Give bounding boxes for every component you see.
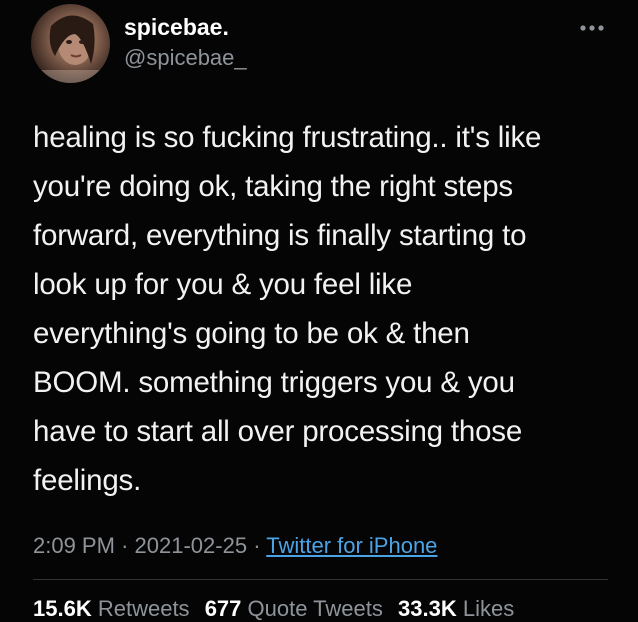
tweet-text-line: everything's going to be ok & then <box>33 317 470 350</box>
tweet-stats: 15.6K Retweets 677 Quote Tweets 33.3K Li… <box>33 596 523 622</box>
tweet-text-line: you're doing ok, taking the right steps <box>33 170 513 203</box>
avatar-photo-icon <box>31 15 110 83</box>
meta-separator: · <box>121 533 129 558</box>
tweet-text-line: have to start all over processing those <box>33 415 523 448</box>
tweet-card: spicebae. @spicebae_ healing is so fucki… <box>0 0 638 622</box>
tweet-text: healing is so fucking frustrating.. it's… <box>33 113 618 505</box>
likes-count: 33.3K <box>398 596 457 621</box>
tweet-text-line: BOOM. something triggers you & you <box>33 366 515 399</box>
tweet-source-link[interactable]: Twitter for iPhone <box>266 533 437 558</box>
quote-tweets-stat[interactable]: 677 Quote Tweets <box>205 596 383 621</box>
more-horizontal-icon <box>580 25 604 31</box>
quote-tweets-count: 677 <box>204 596 242 621</box>
divider <box>33 579 608 580</box>
tweet-meta: 2:09 PM · 2021-02-25 · Twitter for iPhon… <box>33 533 437 559</box>
likes-stat[interactable]: 33.3K Likes <box>398 596 514 621</box>
tweet-text-line: healing is so fucking frustrating.. it's… <box>33 121 542 154</box>
retweets-count: 15.6K <box>33 596 92 621</box>
tweet-date[interactable]: 2021-02-25 <box>135 533 248 558</box>
tweet-text-line: forward, everything is finally starting … <box>33 219 527 252</box>
tweet-time[interactable]: 2:09 PM <box>33 533 115 558</box>
tweet-text-line: feelings. <box>33 464 142 497</box>
tweet-text-line: look up for you & you feel like <box>33 268 413 301</box>
likes-label: Likes <box>462 596 515 621</box>
meta-separator: · <box>253 533 261 558</box>
retweets-stat[interactable]: 15.6K Retweets <box>33 596 190 621</box>
more-options-button[interactable] <box>575 18 609 38</box>
handle: @spicebae_ <box>124 45 247 70</box>
display-name[interactable]: spicebae. <box>124 14 229 41</box>
avatar[interactable] <box>31 4 110 83</box>
quote-tweets-label: Quote Tweets <box>247 596 383 621</box>
retweets-label: Retweets <box>97 596 190 621</box>
